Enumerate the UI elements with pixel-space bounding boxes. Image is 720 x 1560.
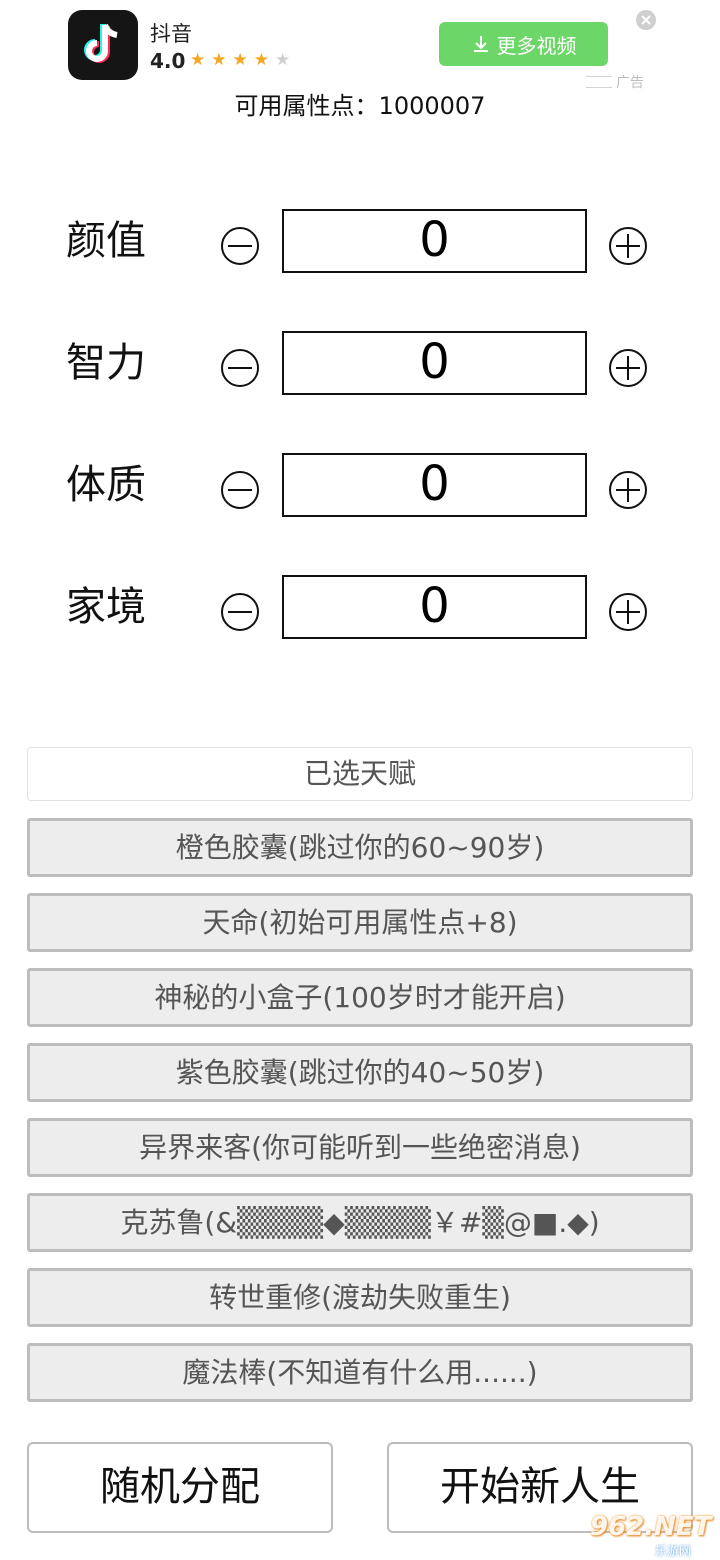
star-icon: ★: [232, 50, 254, 70]
minus-icon: [228, 367, 252, 369]
selected-talents-header: 已选天赋: [27, 747, 693, 801]
attribute-value[interactable]: 0: [282, 575, 587, 639]
watermark-logo: 962.NET: [590, 1512, 712, 1542]
watermark-subtitle: 乐游网: [655, 1544, 692, 1558]
attribute-label: 智力: [66, 340, 146, 386]
tiktok-logo-icon: [84, 23, 118, 63]
more-videos-button[interactable]: 更多视频: [439, 22, 608, 66]
minus-icon: [228, 611, 252, 613]
attribute-label: 体质: [66, 462, 146, 508]
decrease-button[interactable]: [221, 471, 259, 509]
download-icon: [473, 36, 488, 52]
points-value: 1000007: [378, 92, 486, 120]
star-icon: ★: [190, 50, 212, 70]
talent-item[interactable]: 天命(初始可用属性点+8): [27, 893, 693, 952]
decrease-button[interactable]: [221, 593, 259, 631]
talent-item[interactable]: 神秘的小盒子(100岁时才能开启): [27, 968, 693, 1027]
star-icon: ★: [253, 50, 275, 70]
attribute-row-constitution: 体质 0: [0, 453, 720, 517]
attribute-label: 颜值: [66, 218, 146, 264]
close-ad-button[interactable]: [636, 10, 656, 30]
more-videos-label: 更多视频: [496, 33, 577, 58]
attribute-value[interactable]: 0: [282, 331, 587, 395]
talent-item[interactable]: 克苏鲁(&▒▒▒▒◆▒▒▒▒￥#▒@■.◆): [27, 1193, 693, 1252]
star-empty-icon: ★: [275, 50, 297, 70]
minus-icon: [228, 245, 252, 247]
talent-item[interactable]: 异界来客(你可能听到一些绝密消息): [27, 1118, 693, 1177]
ad-app-name: 抖音: [150, 22, 192, 46]
increase-button[interactable]: [609, 227, 647, 265]
talent-item[interactable]: 魔法棒(不知道有什么用......): [27, 1343, 693, 1402]
attribute-row-family: 家境 0: [0, 575, 720, 639]
available-points: 可用属性点：1000007: [0, 86, 720, 121]
increase-button[interactable]: [609, 471, 647, 509]
random-allocate-button[interactable]: 随机分配: [27, 1442, 333, 1533]
close-icon: [641, 15, 651, 25]
attribute-value[interactable]: 0: [282, 453, 587, 517]
decrease-button[interactable]: [221, 227, 259, 265]
app-icon[interactable]: [68, 10, 138, 80]
talent-item[interactable]: 橙色胶囊(跳过你的60~90岁): [27, 818, 693, 877]
attribute-row-intelligence: 智力 0: [0, 331, 720, 395]
ad-star-rating: ★★★★★: [190, 50, 296, 70]
points-label: 可用属性点：: [234, 92, 379, 120]
increase-button[interactable]: [609, 349, 647, 387]
attribute-label: 家境: [66, 584, 146, 630]
attribute-row-appearance: 颜值 0: [0, 209, 720, 273]
talent-item[interactable]: 紫色胶囊(跳过你的40~50岁): [27, 1043, 693, 1102]
talent-item[interactable]: 转世重修(渡劫失败重生): [27, 1268, 693, 1327]
ad-rating: 4.0: [150, 49, 186, 73]
minus-icon: [228, 489, 252, 491]
attribute-value[interactable]: 0: [282, 209, 587, 273]
decrease-button[interactable]: [221, 349, 259, 387]
star-icon: ★: [211, 50, 233, 70]
increase-button[interactable]: [609, 593, 647, 631]
